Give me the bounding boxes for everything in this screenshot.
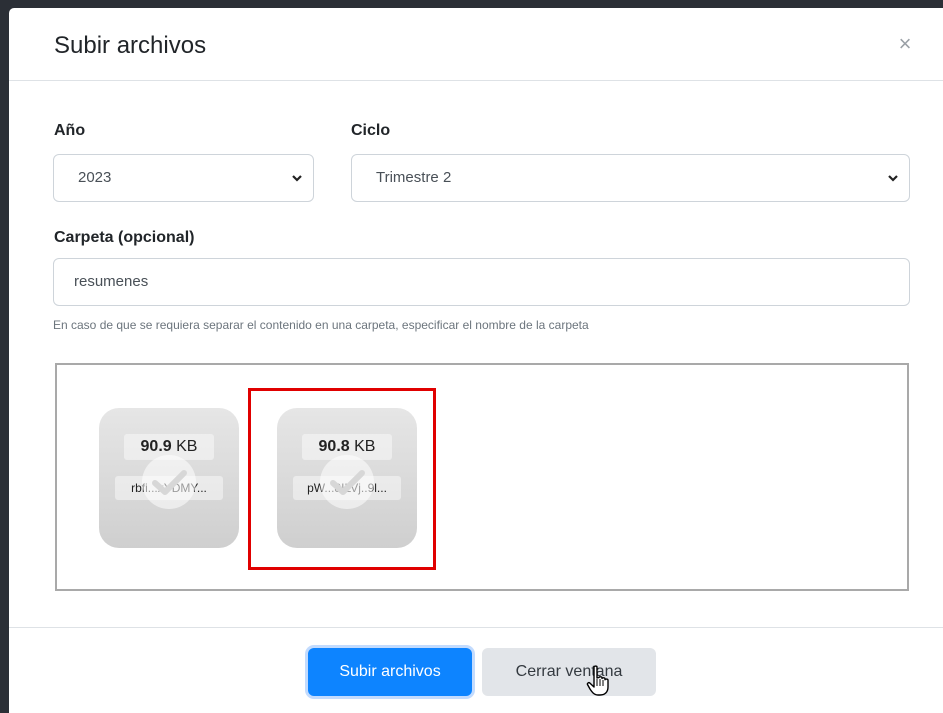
checkmark-icon <box>142 455 196 509</box>
cycle-select[interactable]: Trimestre 2 <box>351 154 910 202</box>
modal-footer: Subir archivos Cerrar ventana <box>9 627 943 713</box>
cycle-label: Ciclo <box>351 122 391 139</box>
folder-label: Carpeta (opcional) <box>54 229 195 246</box>
hand-cursor-icon <box>586 665 609 696</box>
highlight-box <box>248 388 436 570</box>
chevron-down-icon <box>888 175 898 182</box>
file-size-unit: KB <box>176 438 198 455</box>
upload-files-button[interactable]: Subir archivos <box>308 648 472 696</box>
chevron-down-icon <box>292 175 302 182</box>
close-window-button[interactable]: Cerrar ventana <box>482 648 656 696</box>
close-icon[interactable]: × <box>895 32 915 56</box>
file-dropzone[interactable]: 90.9 KB rbfi...xYDMY... 90.8 KB pW...8IL… <box>55 363 909 591</box>
upload-modal: Subir archivos × Año Ciclo 2023 Trimestr… <box>9 8 943 713</box>
modal-title: Subir archivos <box>54 32 207 59</box>
cycle-select-value: Trimestre 2 <box>376 169 452 186</box>
year-select-value: 2023 <box>78 169 112 186</box>
year-select[interactable]: 2023 <box>53 154 314 202</box>
folder-input[interactable]: resumenes <box>53 258 910 306</box>
file-size-value: 90.9 <box>140 438 172 455</box>
year-label: Año <box>54 122 86 139</box>
modal-header: Subir archivos × <box>9 8 943 81</box>
folder-help-text: En caso de que se requiera separar el co… <box>53 318 589 332</box>
folder-input-value: resumenes <box>74 273 149 290</box>
file-preview[interactable]: 90.9 KB rbfi...xYDMY... <box>99 408 239 548</box>
